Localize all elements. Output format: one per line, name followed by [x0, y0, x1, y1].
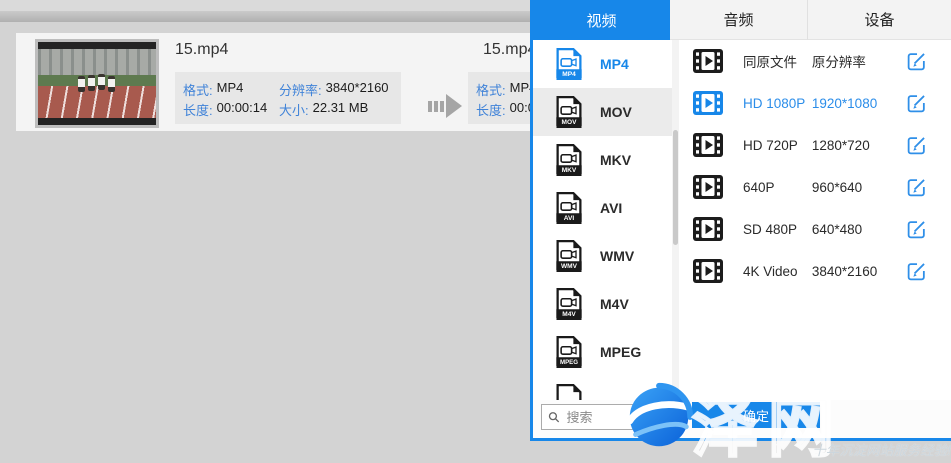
format-name: M4V	[600, 296, 629, 312]
profile-name: SD 480P	[743, 222, 812, 237]
search-icon	[548, 410, 560, 424]
edit-profile-button[interactable]	[906, 261, 927, 282]
format-name: WMV	[600, 248, 634, 264]
scrollbar-thumb[interactable]	[673, 130, 678, 245]
format-name: MKV	[600, 152, 631, 168]
size-label: 大小:	[279, 100, 309, 119]
format-item-mp4[interactable]: MP4 MP4	[533, 40, 672, 88]
profile-name: 同原文件	[743, 51, 812, 71]
svg-text:MP4: MP4	[562, 71, 576, 78]
file-format-icon: MOV	[555, 95, 583, 129]
profile-resolution: 1920*1080	[812, 96, 906, 111]
profile-row-480p[interactable]: SD 480P 640*480	[679, 208, 951, 250]
tab-video[interactable]: 视频	[533, 0, 670, 40]
video-thumbnail	[35, 39, 159, 128]
file-format-icon: M4V	[555, 287, 583, 321]
filmstrip-icon	[693, 91, 723, 115]
format-label: 格式:	[183, 80, 213, 99]
search-box[interactable]	[541, 404, 671, 430]
app-window: 15.mp4 格式: MP4 分辨率: 3840*2160 长度: 00:00:…	[0, 0, 951, 463]
edit-profile-button[interactable]	[906, 177, 927, 198]
duration-label: 长度:	[183, 100, 213, 119]
svg-text:MOV: MOV	[562, 119, 578, 126]
edit-profile-button[interactable]	[906, 219, 927, 240]
filmstrip-icon	[693, 133, 723, 157]
tab-device[interactable]: 设备	[807, 0, 951, 40]
filmstrip-icon	[693, 217, 723, 241]
output-file-title: 15.mp4	[483, 41, 536, 59]
filmstrip-icon	[693, 259, 723, 283]
profile-row-1080p[interactable]: HD 1080P 1920*1080	[679, 82, 951, 124]
format-item-wmv[interactable]: WMV WMV	[533, 232, 672, 280]
profile-row-original[interactable]: 同原文件 原分辨率	[679, 40, 951, 82]
svg-text:MKV: MKV	[562, 167, 577, 174]
profile-resolution: 3840*2160	[812, 264, 906, 279]
edit-profile-button[interactable]	[906, 93, 927, 114]
resolution-value: 3840*2160	[326, 80, 389, 99]
format-item-m4v[interactable]: M4V M4V	[533, 280, 672, 328]
format-item-mov[interactable]: MOV MOV	[533, 88, 672, 136]
confirm-button[interactable]: 确定	[692, 402, 820, 428]
edit-icon	[906, 261, 927, 282]
profile-row-4k[interactable]: 4K Video 3840*2160	[679, 250, 951, 292]
format-list-scrollbar[interactable]	[672, 40, 679, 402]
file-format-icon: MPEG	[555, 335, 583, 369]
panel-bottom-bar: 确定	[533, 400, 951, 438]
format-name: MP4	[600, 56, 629, 72]
profile-resolution: 960*640	[812, 180, 906, 195]
profile-name: HD 720P	[743, 138, 812, 153]
search-input[interactable]	[565, 409, 664, 426]
duration-value: 00:00:14	[217, 100, 268, 119]
edit-icon	[906, 93, 927, 114]
profile-resolution: 原分辨率	[812, 51, 906, 71]
edit-icon	[906, 135, 927, 156]
watermark-slogan: 十年沉淀网站服务经验!	[812, 439, 951, 459]
format-name: MOV	[600, 104, 632, 120]
profile-name: 640P	[743, 180, 812, 195]
svg-text:MPEG: MPEG	[560, 359, 578, 366]
svg-text:M4V: M4V	[562, 311, 576, 318]
panel-tab-bar: 视频 音频 设备	[533, 0, 951, 40]
file-format-icon: MP4	[555, 47, 583, 81]
format-name: MPEG	[600, 344, 641, 360]
format-name: AVI	[600, 200, 622, 216]
profile-name: 4K Video	[743, 264, 812, 279]
format-item-avi[interactable]: AVI AVI	[533, 184, 672, 232]
filmstrip-icon	[693, 49, 723, 73]
profile-name: HD 1080P	[743, 96, 812, 111]
profile-resolution: 640*480	[812, 222, 906, 237]
format-picker-panel: 视频 音频 设备 MP4 MP4	[530, 0, 951, 441]
format-item-mpeg[interactable]: MPEG MPEG	[533, 328, 672, 376]
tab-audio[interactable]: 音频	[670, 0, 807, 40]
resolution-label: 分辨率:	[279, 80, 322, 99]
profile-list: 同原文件 原分辨率 HD 1080P	[679, 40, 951, 292]
edit-icon	[906, 177, 927, 198]
profile-row-640p[interactable]: 640P 960*640	[679, 166, 951, 208]
svg-text:AVI: AVI	[564, 215, 575, 222]
size-value: 22.31 MB	[313, 100, 369, 119]
file-format-icon: MKV	[555, 143, 583, 177]
edit-profile-button[interactable]	[906, 135, 927, 156]
edit-icon	[906, 51, 927, 72]
format-item-mkv[interactable]: MKV MKV	[533, 136, 672, 184]
format-value: MP4	[217, 80, 244, 99]
file-format-icon: WMV	[555, 239, 583, 273]
convert-arrow-icon	[428, 94, 462, 118]
edit-icon	[906, 219, 927, 240]
edit-profile-button[interactable]	[906, 51, 927, 72]
format-item-partial[interactable]	[533, 376, 672, 402]
file-format-icon: AVI	[555, 191, 583, 225]
filmstrip-icon	[693, 175, 723, 199]
source-file-info: 格式: MP4 分辨率: 3840*2160 长度: 00:00:14 大小: …	[175, 72, 401, 124]
format-list: MP4 MP4 MOV MOV	[533, 40, 672, 402]
svg-text:WMV: WMV	[561, 263, 578, 270]
profile-row-720p[interactable]: HD 720P 1280*720	[679, 124, 951, 166]
profile-resolution: 1280*720	[812, 138, 906, 153]
source-file-title: 15.mp4	[175, 41, 228, 59]
